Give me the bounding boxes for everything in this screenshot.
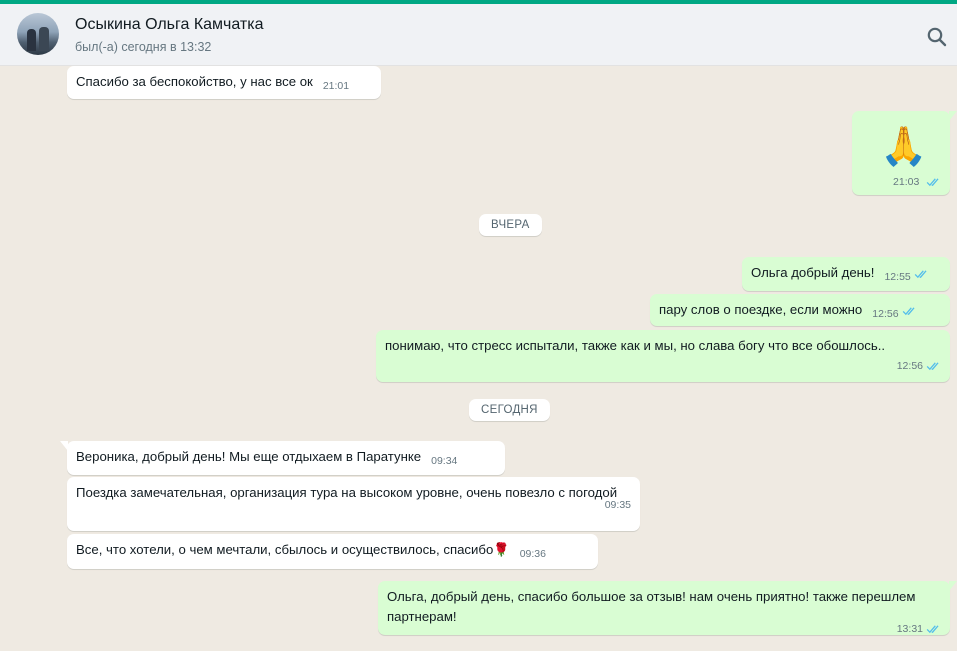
message-text: Поездка замечательная, организация тура … xyxy=(76,485,618,500)
message-incoming[interactable]: Вероника, добрый день! Мы еще отдыхаем в… xyxy=(60,441,505,475)
message-text: понимаю, что стресс испытали, также как … xyxy=(385,338,886,353)
message-list[interactable]: Спасибо за беспокойство, у нас все ок 21:… xyxy=(0,66,957,651)
message-outgoing[interactable]: понимаю, что стресс испытали, также как … xyxy=(376,330,950,382)
double-check-icon xyxy=(926,362,939,371)
message-time: 12:55 xyxy=(884,271,911,283)
message-outgoing[interactable]: Ольга добрый день! 12:55 xyxy=(742,257,950,291)
double-check-icon xyxy=(902,307,915,316)
message-time: 21:01 xyxy=(322,80,350,92)
message-time: 09:35 xyxy=(604,499,631,511)
contact-name[interactable]: Осыкина Ольга Камчатка xyxy=(75,16,264,34)
chat-header: Осыкина Ольга Камчатка был(-а) сегодня в… xyxy=(0,4,957,66)
date-divider: СЕГОДНЯ xyxy=(469,399,550,421)
double-check-icon xyxy=(914,270,927,279)
message-time: 09:34 xyxy=(431,455,458,467)
message-outgoing[interactable]: пару слов о поездке, если можно 12:56 xyxy=(650,294,950,326)
double-check-icon xyxy=(926,625,939,634)
message-incoming[interactable]: Спасибо за беспокойство, у нас все ок 21:… xyxy=(67,66,381,99)
message-time: 09:36 xyxy=(519,548,546,560)
message-time: 21:03 xyxy=(893,176,920,188)
message-time: 13:31 xyxy=(896,623,923,635)
message-outgoing[interactable]: Ольга, добрый день, спасибо большое за о… xyxy=(378,581,957,635)
message-incoming[interactable]: Все, что хотели, о чем мечтали, сбылось … xyxy=(67,534,598,569)
avatar[interactable] xyxy=(17,13,59,55)
message-time: 12:56 xyxy=(896,360,923,372)
message-text: пару слов о поездке, если можно xyxy=(659,302,863,317)
double-check-icon xyxy=(926,178,939,187)
date-divider: ВЧЕРА xyxy=(479,214,542,236)
praying-hands-emoji: 🙏 xyxy=(880,126,928,168)
message-text: Ольга добрый день! xyxy=(751,265,875,280)
contact-status: был(-а) сегодня в 13:32 xyxy=(75,40,212,54)
message-time: 12:56 xyxy=(872,308,899,320)
message-incoming[interactable]: Поездка замечательная, организация тура … xyxy=(67,477,640,531)
search-icon[interactable] xyxy=(925,25,949,49)
message-text: Спасибо за беспокойство, у нас все ок xyxy=(76,74,313,89)
message-text: Все, что хотели, о чем мечтали, сбылось … xyxy=(76,542,510,557)
message-text: Вероника, добрый день! Мы еще отдыхаем в… xyxy=(76,449,422,464)
